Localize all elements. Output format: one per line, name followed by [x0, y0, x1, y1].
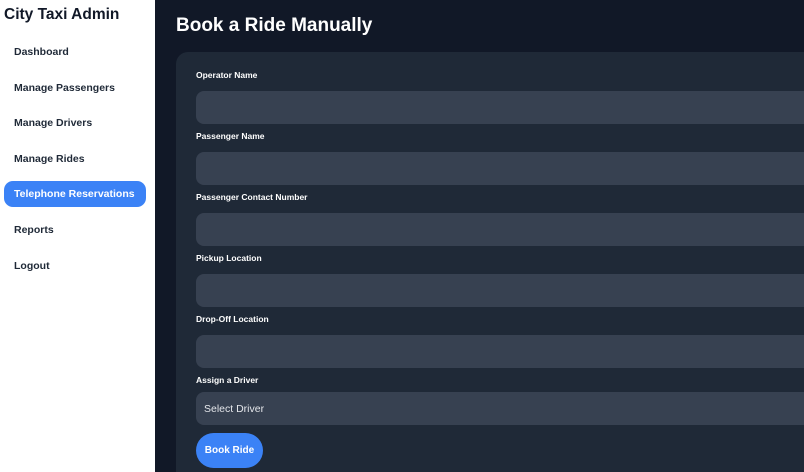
pickup-location-label: Pickup Location: [196, 253, 262, 263]
operator-name-field: Operator Name: [196, 69, 804, 124]
sidebar-item-manage-passengers[interactable]: Manage Passengers: [4, 75, 146, 101]
sidebar-item-manage-drivers[interactable]: Manage Drivers: [4, 110, 146, 136]
dropoff-location-input[interactable]: [196, 335, 804, 368]
book-ride-button[interactable]: Book Ride: [196, 433, 263, 468]
assign-driver-field: Assign a Driver Select Driver: [196, 374, 804, 425]
dropoff-location-field: Drop-Off Location: [196, 313, 804, 368]
page-title: Book a Ride Manually: [176, 15, 373, 36]
sidebar-item-manage-rides[interactable]: Manage Rides: [4, 146, 146, 172]
main-content: Book a Ride Manually Operator Name Passe…: [155, 0, 804, 472]
passenger-name-input[interactable]: [196, 152, 804, 185]
passenger-name-field: Passenger Name: [196, 130, 804, 185]
passenger-contact-input[interactable]: [196, 213, 804, 246]
sidebar-item-dashboard[interactable]: Dashboard: [4, 39, 146, 65]
sidebar-item-logout[interactable]: Logout: [4, 253, 146, 279]
assign-driver-label: Assign a Driver: [196, 375, 259, 385]
sidebar-item-telephone-reservations[interactable]: Telephone Reservations: [4, 181, 146, 208]
pickup-location-field: Pickup Location: [196, 252, 804, 307]
sidebar-item-reports[interactable]: Reports: [4, 217, 146, 243]
booking-form-card: Operator Name Passenger Name Passenger C…: [176, 52, 804, 472]
pickup-location-input[interactable]: [196, 274, 804, 307]
dropoff-location-label: Drop-Off Location: [196, 314, 269, 324]
driver-select-value: Select Driver: [204, 402, 265, 415]
passenger-contact-label: Passenger Contact Number: [196, 192, 308, 202]
operator-name-input[interactable]: [196, 91, 804, 124]
operator-name-label: Operator Name: [196, 70, 258, 80]
passenger-contact-field: Passenger Contact Number: [196, 191, 804, 246]
passenger-name-label: Passenger Name: [196, 131, 265, 141]
app-brand: City Taxi Admin: [4, 6, 120, 23]
driver-select[interactable]: Select Driver: [196, 392, 804, 425]
sidebar-nav: Dashboard Manage Passengers Manage Drive…: [4, 39, 146, 288]
sidebar: City Taxi Admin Dashboard Manage Passeng…: [0, 0, 155, 472]
